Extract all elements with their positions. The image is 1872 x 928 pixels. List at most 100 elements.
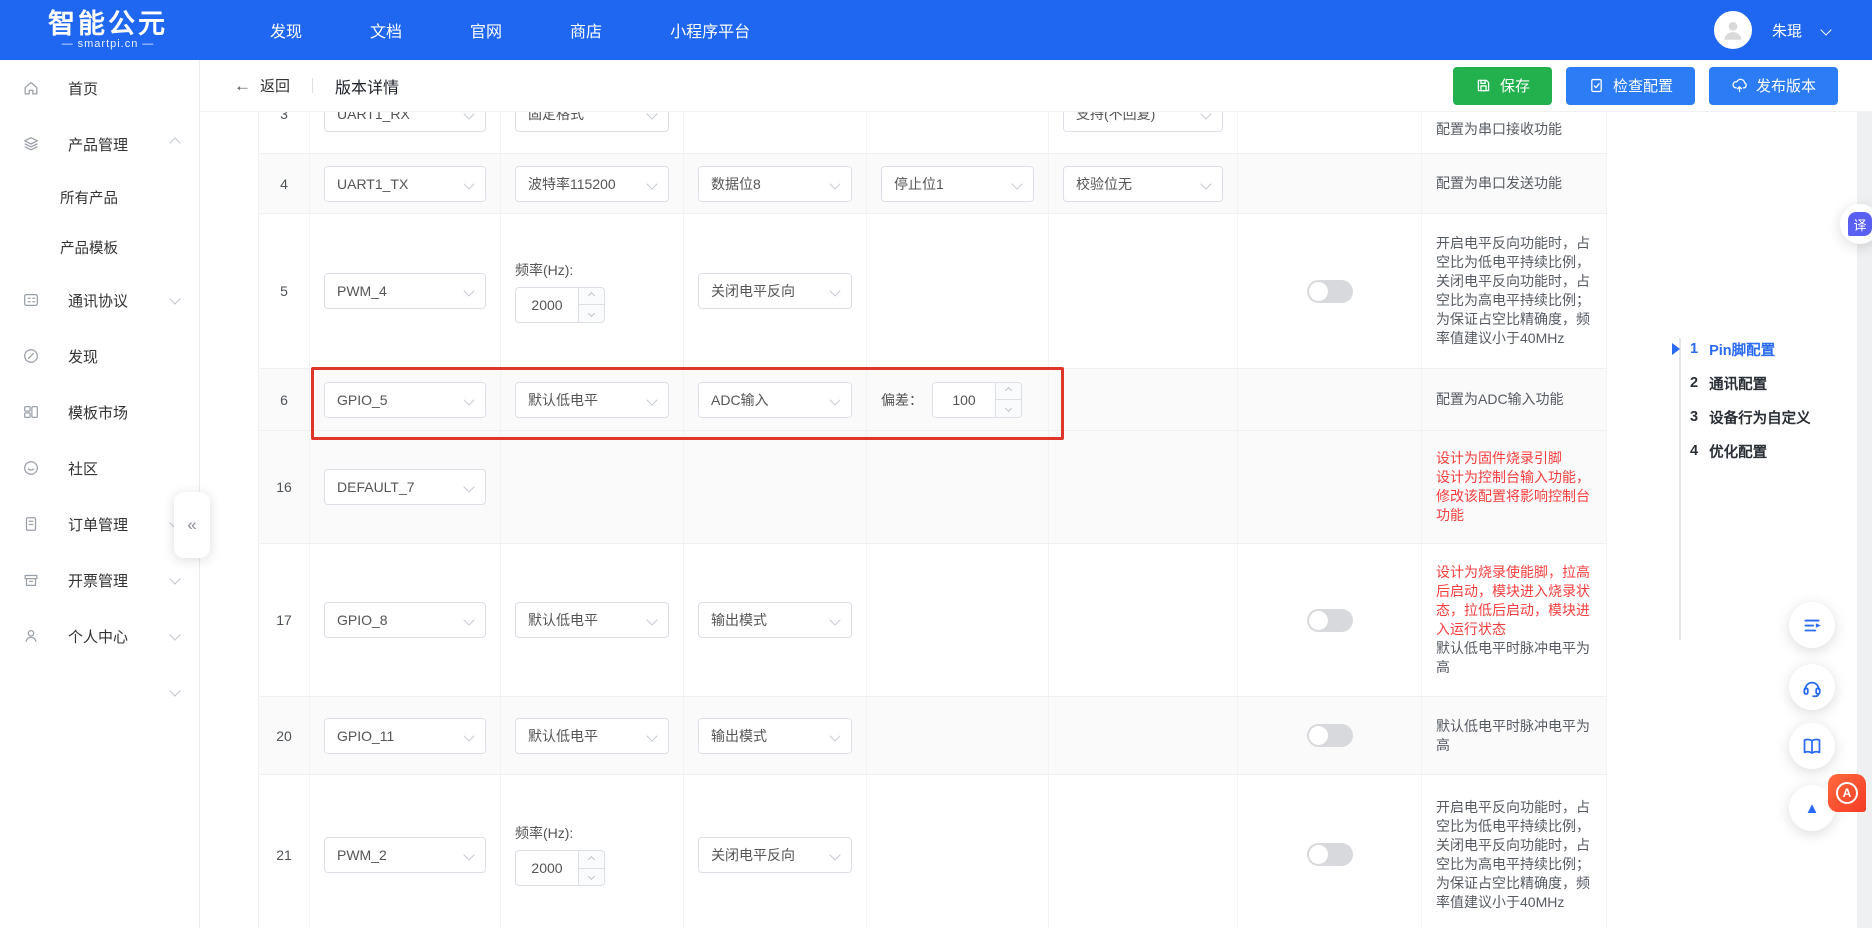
stepper <box>578 851 604 885</box>
config-select[interactable]: 校验位无 <box>1063 166 1223 202</box>
number-field: 频率(Hz):2000 <box>515 823 605 886</box>
book-icon <box>1801 735 1823 757</box>
pin-select[interactable]: UART1_TX <box>324 166 486 202</box>
anchor-step-2[interactable]: 2通讯配置 <box>1690 366 1811 400</box>
pin-cell: 固定格式 <box>501 112 684 153</box>
config-select[interactable]: 默认低电平 <box>515 718 669 754</box>
toggle-switch[interactable] <box>1307 724 1353 747</box>
pin-number: 3 <box>259 112 310 153</box>
sidebar-item[interactable]: 社区 <box>0 440 199 496</box>
sidebar-item[interactable]: 通讯协议 <box>0 272 199 328</box>
pin-row: 4UART1_TX波特率115200数据位8停止位1校验位无配置为串口发送功能 <box>259 154 1607 214</box>
toggle-switch[interactable] <box>1307 609 1353 632</box>
anchor-step-1[interactable]: 1Pin脚配置 <box>1690 332 1811 366</box>
sidebar-item[interactable]: 个人中心 <box>0 608 199 664</box>
headset-fab-button[interactable] <box>1789 664 1835 710</box>
chevron-down-icon[interactable] <box>1820 24 1831 35</box>
toggle-switch[interactable] <box>1307 843 1353 866</box>
pin-cell: DEFAULT_7 <box>310 431 501 543</box>
pin-select[interactable]: GPIO_5 <box>324 382 486 418</box>
config-select[interactable]: 波特率115200 <box>515 166 669 202</box>
config-select[interactable]: 默认低电平 <box>515 602 669 638</box>
pin-select[interactable]: GPIO_11 <box>324 718 486 754</box>
avatar[interactable] <box>1714 11 1752 49</box>
anchor-step-4[interactable]: 4优化配置 <box>1690 434 1811 468</box>
toggle-cell <box>1238 369 1422 430</box>
anchor-step-3[interactable]: 3设备行为自定义 <box>1690 400 1811 434</box>
sidebar-item[interactable]: 首页 <box>0 60 199 116</box>
pin-number-value: 4 <box>280 176 288 192</box>
top-nav-item[interactable]: 小程序平台 <box>636 18 784 42</box>
translate-button[interactable]: 译 <box>1840 204 1872 244</box>
publish-button[interactable]: 发布版本 <box>1709 67 1838 105</box>
top-nav-item[interactable]: 商店 <box>536 18 636 42</box>
invoice-icon <box>22 571 54 589</box>
top-nav-item[interactable]: 发现 <box>236 18 336 42</box>
select-value: PWM_4 <box>337 283 387 299</box>
pin-row: 21PWM_2频率(Hz):2000关闭电平反向开启电平反向功能时，占空比为低电… <box>259 775 1607 928</box>
number-input[interactable]: 2000 <box>515 850 605 886</box>
stepper-up-button[interactable] <box>996 383 1021 400</box>
stepper-up-button[interactable] <box>579 288 604 305</box>
sidebar-item-chevron-only[interactable] <box>0 664 199 720</box>
top-nav-item[interactable]: 文档 <box>336 18 436 42</box>
book-fab-button[interactable] <box>1789 723 1835 769</box>
stepper-down-button[interactable] <box>579 304 604 322</box>
sidebar-item[interactable]: 所有产品 <box>0 172 199 222</box>
check-config-icon <box>1588 77 1605 94</box>
pin-cell <box>867 112 1049 153</box>
back-button[interactable]: ← 返回 <box>234 75 290 96</box>
stepper-down-button[interactable] <box>996 399 1021 417</box>
button-label: 保存 <box>1500 75 1530 96</box>
number-value: 2000 <box>516 288 578 322</box>
community-icon <box>22 459 54 477</box>
config-select[interactable]: ADC输入 <box>698 382 852 418</box>
number-input[interactable]: 2000 <box>515 287 605 323</box>
config-select[interactable]: 支持(不回复) <box>1063 112 1223 132</box>
config-select[interactable]: 停止位1 <box>881 166 1034 202</box>
config-select[interactable]: 输出模式 <box>698 718 852 754</box>
step-label: 通讯配置 <box>1709 373 1767 394</box>
pin-number: 17 <box>259 544 310 696</box>
stepper-down-button[interactable] <box>579 868 604 886</box>
sidebar-item[interactable]: 订单管理 <box>0 496 199 552</box>
number-input[interactable]: 100 <box>932 382 1022 418</box>
pin-cell: 输出模式 <box>684 697 867 774</box>
sidebar-item[interactable]: 发现 <box>0 328 199 384</box>
sidebar-item[interactable]: 模板市场 <box>0 384 199 440</box>
pin-select[interactable]: DEFAULT_7 <box>324 469 486 505</box>
save-button[interactable]: 保存 <box>1453 67 1552 105</box>
stepper <box>995 383 1021 417</box>
config-select[interactable]: 数据位8 <box>698 166 852 202</box>
pin-select[interactable]: PWM_4 <box>324 273 486 309</box>
pin-cell <box>1049 369 1238 430</box>
top-nav-item[interactable]: 官网 <box>436 18 536 42</box>
username[interactable]: 朱琨 <box>1772 20 1802 41</box>
sidebar-collapse-button[interactable]: « <box>174 492 210 558</box>
config-select[interactable]: 输出模式 <box>698 602 852 638</box>
pin-select[interactable]: PWM_2 <box>324 837 486 873</box>
check-config-button[interactable]: 检查配置 <box>1566 67 1695 105</box>
config-select[interactable]: 固定格式 <box>515 112 669 132</box>
pin-cell: UART1_RX <box>310 112 501 153</box>
pin-cell <box>684 112 867 153</box>
sidebar-item[interactable]: 产品管理 <box>0 116 199 172</box>
config-select[interactable]: 关闭电平反向 <box>698 837 852 873</box>
config-select[interactable]: 默认低电平 <box>515 382 669 418</box>
pin-cell: GPIO_8 <box>310 544 501 696</box>
feedback-fab-button[interactable] <box>1789 602 1835 648</box>
config-select[interactable]: 关闭电平反向 <box>698 273 852 309</box>
pin-select[interactable]: UART1_RX <box>324 112 486 132</box>
pin-select[interactable]: GPIO_8 <box>324 602 486 638</box>
sidebar-item[interactable]: 产品模板 <box>0 222 199 272</box>
pin-description: 设计为固件烧录引脚设计为控制台输入功能，修改该配置将影响控制台功能 <box>1422 431 1607 543</box>
stepper-up-button[interactable] <box>579 851 604 868</box>
pin-cell: 校验位无 <box>1049 154 1238 213</box>
pin-cell <box>1049 214 1238 368</box>
sidebar-item[interactable]: 开票管理 <box>0 552 199 608</box>
pin-cell: 偏差：100 <box>867 369 1049 430</box>
pin-cell: 默认低电平 <box>501 697 684 774</box>
step-number: 3 <box>1690 409 1698 425</box>
toggle-switch[interactable] <box>1307 280 1353 303</box>
ai-assistant-button[interactable]: A <box>1828 774 1866 812</box>
